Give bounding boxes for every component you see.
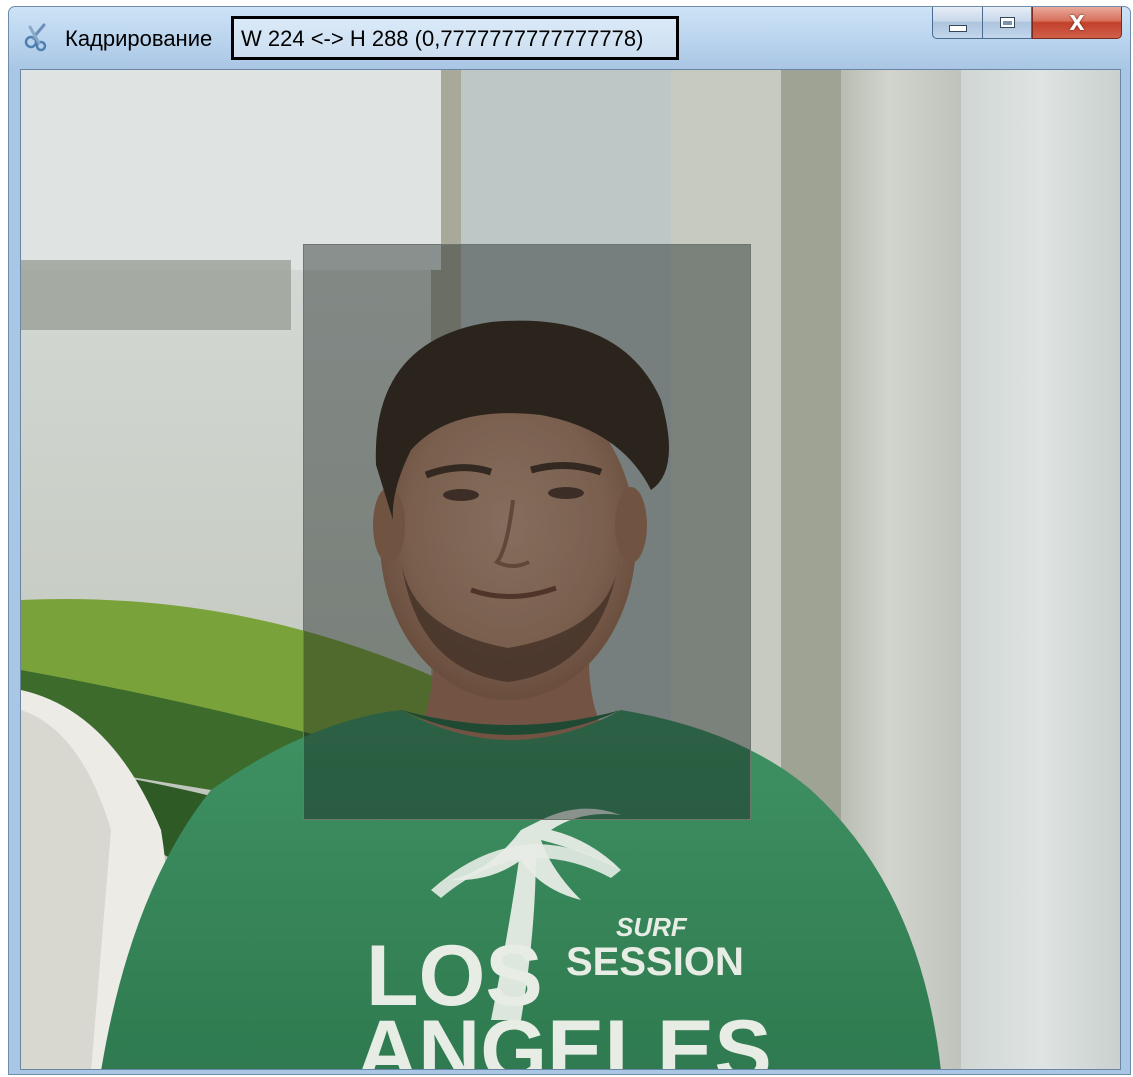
maximize-icon — [999, 17, 1015, 28]
image-canvas[interactable]: LOS ANGELES SURF SESSION — [20, 69, 1121, 1070]
crop-window: Кадрирование W 224 <-> H 288 (0,77777777… — [8, 6, 1131, 1075]
close-icon: X — [1069, 10, 1085, 35]
window-title: Кадрирование — [65, 26, 213, 51]
close-button[interactable]: X — [1032, 7, 1122, 39]
maximize-button[interactable] — [982, 7, 1032, 39]
svg-text:SESSION: SESSION — [566, 940, 744, 984]
title-bar[interactable]: Кадрирование W 224 <-> H 288 (0,77777777… — [9, 7, 1130, 69]
minimize-icon — [948, 25, 967, 32]
svg-text:ANGELES: ANGELES — [356, 1003, 772, 1070]
svg-text:SURF: SURF — [616, 912, 688, 942]
crop-dimensions-readout: W 224 <-> H 288 (0,7777777777777778) — [241, 26, 644, 51]
crop-selection-rectangle[interactable] — [303, 244, 751, 820]
minimize-button[interactable] — [932, 7, 982, 39]
window-controls: X — [932, 7, 1122, 41]
crop-tool-icon — [24, 23, 47, 52]
